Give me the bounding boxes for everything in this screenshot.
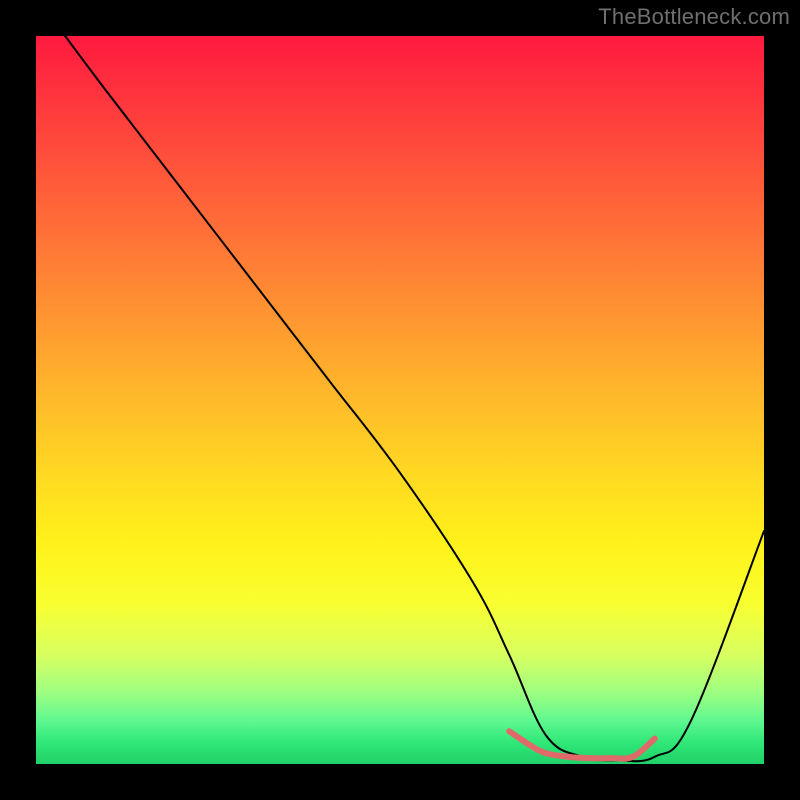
chart-container: TheBottleneck.com (0, 0, 800, 800)
plot-area (36, 36, 764, 764)
bottleneck-curve (65, 36, 764, 761)
chart-svg (36, 36, 764, 764)
watermark-text: TheBottleneck.com (598, 4, 790, 30)
optimal-zone (509, 731, 655, 758)
